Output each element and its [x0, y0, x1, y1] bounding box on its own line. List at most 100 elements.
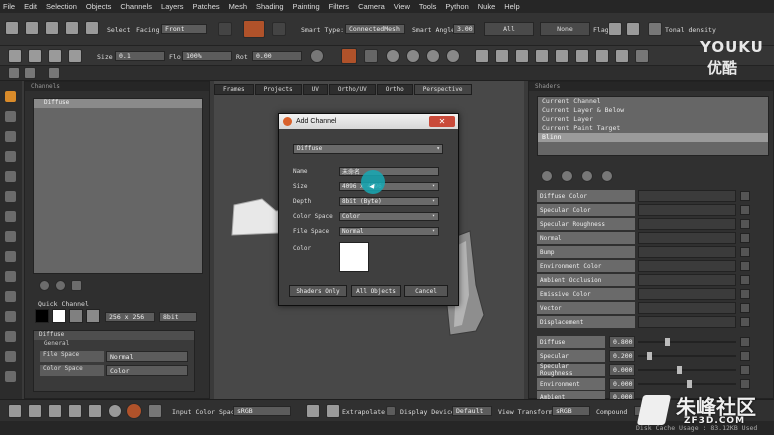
- menu-shading[interactable]: Shading: [256, 2, 284, 11]
- face-select-icon[interactable]: [272, 22, 286, 36]
- color-management-icon[interactable]: [126, 403, 142, 419]
- menu-edit[interactable]: Edit: [24, 2, 37, 11]
- flag-on-icon[interactable]: [608, 22, 622, 36]
- patch-mode-icon[interactable]: [218, 22, 232, 36]
- attr-pick-icon[interactable]: [740, 233, 750, 243]
- brush-mode-icon[interactable]: [310, 49, 324, 63]
- close-icon[interactable]: ✕: [429, 116, 455, 127]
- shader-list-item[interactable]: Current Layer: [538, 115, 768, 124]
- shader-list-item[interactable]: Current Channel: [538, 97, 768, 106]
- transform-tool-icon[interactable]: [5, 331, 16, 342]
- lut-icon[interactable]: [148, 404, 162, 418]
- attr-pick-icon[interactable]: [740, 205, 750, 215]
- display-device-dropdown[interactable]: Default: [452, 406, 492, 416]
- flag-off-icon[interactable]: [626, 22, 640, 36]
- file-space-dropdown[interactable]: Normal: [106, 351, 188, 362]
- quick-color-white[interactable]: [52, 309, 66, 323]
- move-icon[interactable]: [28, 404, 42, 418]
- depth-dropdown[interactable]: 8bit (Byte) ▾: [339, 196, 439, 206]
- slider-handle[interactable]: [677, 366, 682, 374]
- slider-value[interactable]: 0.000: [609, 364, 635, 376]
- lock-icon[interactable]: [364, 49, 378, 63]
- add-channel-icon[interactable]: [39, 280, 50, 291]
- dialog-file-space-dropdown[interactable]: Normal ▾: [339, 226, 439, 236]
- menu-help[interactable]: Help: [504, 2, 519, 11]
- name-input[interactable]: 未命名: [339, 166, 439, 176]
- slider-track[interactable]: [638, 341, 736, 343]
- input-color-space-dropdown[interactable]: sRGB: [233, 406, 291, 416]
- shaders-only-button[interactable]: Shaders Only: [289, 285, 347, 297]
- smart-type-dropdown[interactable]: ConnectedMesh: [345, 24, 405, 34]
- menu-file[interactable]: File: [3, 2, 15, 11]
- shader-duplicate-icon[interactable]: [561, 170, 573, 182]
- refresh-channel-icon[interactable]: [55, 280, 66, 291]
- dialog-color-space-dropdown[interactable]: Color ▾: [339, 211, 439, 221]
- display-icon[interactable]: [635, 49, 649, 63]
- shader-list-item[interactable]: Current Paint Target: [538, 124, 768, 133]
- object-select-icon[interactable]: [243, 20, 265, 38]
- attr-pick-icon[interactable]: [740, 289, 750, 299]
- menu-view[interactable]: View: [394, 2, 410, 11]
- attr-pick-icon[interactable]: [740, 365, 750, 375]
- grid-tool-icon[interactable]: [5, 371, 16, 382]
- sphere-flat-icon[interactable]: [406, 49, 420, 63]
- slider-value[interactable]: 0.000: [609, 378, 635, 390]
- attr-channel-slot[interactable]: [638, 246, 736, 258]
- light-icon[interactable]: [575, 49, 589, 63]
- save-settings-icon[interactable]: [326, 404, 340, 418]
- fill-tool-icon[interactable]: [5, 231, 16, 242]
- quick-color-black[interactable]: [35, 309, 49, 323]
- new-project-icon[interactable]: [5, 21, 19, 35]
- attr-pick-icon[interactable]: [740, 351, 750, 361]
- clone-tool-icon[interactable]: [5, 311, 16, 322]
- menu-patches[interactable]: Patches: [193, 2, 220, 11]
- symmetry-icon[interactable]: [515, 49, 529, 63]
- attr-channel-slot[interactable]: [638, 204, 736, 216]
- hand-tool-icon[interactable]: [5, 131, 16, 142]
- objects-icon[interactable]: [65, 21, 79, 35]
- pan-tool-icon[interactable]: [5, 191, 16, 202]
- brush-preset-icon[interactable]: [8, 49, 22, 63]
- brush-rotation-field[interactable]: 0.00: [252, 51, 302, 61]
- menu-filters[interactable]: Filters: [329, 2, 349, 11]
- stencil-icon[interactable]: [48, 49, 62, 63]
- cancel-button[interactable]: Cancel: [404, 285, 448, 297]
- smart-angle-field[interactable]: 3.00: [453, 24, 475, 34]
- slider-handle[interactable]: [647, 352, 652, 360]
- attr-pick-icon[interactable]: [740, 275, 750, 285]
- slider-value[interactable]: 0.000: [609, 391, 635, 399]
- quick-color-gray[interactable]: [86, 309, 100, 323]
- shader-remove-icon[interactable]: [581, 170, 593, 182]
- menu-python[interactable]: Python: [445, 2, 468, 11]
- archive-icon[interactable]: [85, 21, 99, 35]
- channel-options-icon[interactable]: [71, 280, 82, 291]
- sphere-lit-icon[interactable]: [446, 49, 460, 63]
- attr-channel-slot[interactable]: [638, 260, 736, 272]
- sphere-shade-icon[interactable]: [386, 49, 400, 63]
- attr-pick-icon[interactable]: [740, 219, 750, 229]
- save-project-icon[interactable]: [45, 21, 59, 35]
- rotate-tool-icon[interactable]: [5, 171, 16, 182]
- camera-icon[interactable]: [555, 49, 569, 63]
- menu-camera[interactable]: Camera: [358, 2, 385, 11]
- extrapolate-checkbox[interactable]: [386, 406, 396, 416]
- all-objects-button[interactable]: All Objects: [351, 285, 401, 297]
- tab-ortho[interactable]: Ortho: [376, 84, 413, 95]
- menu-selection[interactable]: Selection: [46, 2, 77, 11]
- shelf-color-icon[interactable]: [24, 67, 36, 79]
- slider-value[interactable]: 0.800: [609, 336, 635, 348]
- paint-tool-icon[interactable]: [5, 91, 16, 102]
- menu-tools[interactable]: Tools: [419, 2, 437, 11]
- shader-list-item-selected[interactable]: Blinn: [538, 133, 768, 142]
- tab-frames[interactable]: Frames: [214, 84, 254, 95]
- attr-pick-icon[interactable]: [740, 247, 750, 257]
- open-project-icon[interactable]: [25, 21, 39, 35]
- smudge-tool-icon[interactable]: [5, 251, 16, 262]
- color-space-dropdown[interactable]: Color: [106, 365, 188, 376]
- view-transform-dropdown[interactable]: sRGB: [552, 406, 590, 416]
- attr-pick-icon[interactable]: [740, 303, 750, 313]
- snap-icon[interactable]: [495, 49, 509, 63]
- channel-list-item[interactable]: Diffuse: [34, 99, 202, 108]
- eyedropper-icon[interactable]: [5, 211, 16, 222]
- attr-channel-slot[interactable]: [638, 274, 736, 286]
